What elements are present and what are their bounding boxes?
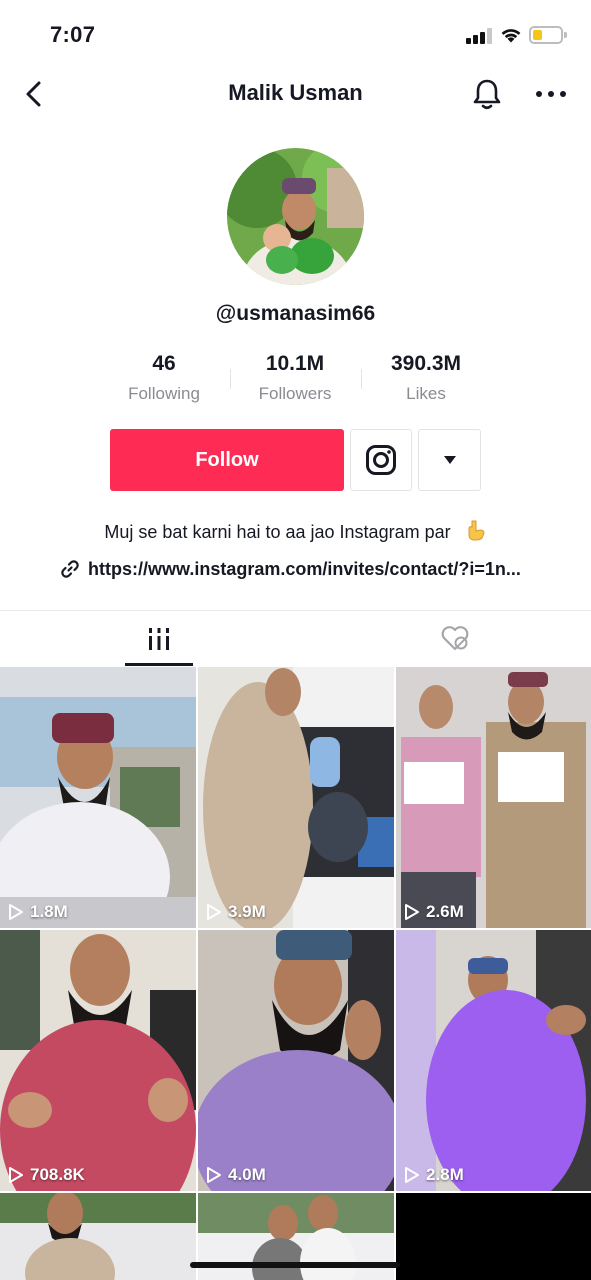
cellular-signal-icon bbox=[466, 28, 492, 44]
video-thumbnail[interactable]: 1.8M bbox=[0, 667, 196, 928]
status-bar: 7:07 bbox=[0, 0, 591, 66]
profile-header: Malik Usman bbox=[0, 66, 591, 122]
video-thumbnail[interactable]: 3.9M bbox=[198, 667, 394, 928]
battery-level bbox=[533, 30, 542, 40]
following-label: Following bbox=[128, 384, 200, 403]
view-count: 708.8K bbox=[8, 1165, 85, 1185]
caret-down-icon bbox=[443, 456, 456, 464]
link-icon bbox=[61, 560, 79, 578]
battery-icon bbox=[529, 26, 567, 44]
suggested-accounts-dropdown[interactable] bbox=[418, 429, 481, 491]
play-icon bbox=[405, 904, 419, 920]
play-icon bbox=[405, 1167, 419, 1183]
profile-username: @usmanasim66 bbox=[215, 302, 376, 325]
stat-following[interactable]: 46 Following bbox=[99, 352, 229, 404]
grid-icon bbox=[149, 628, 169, 650]
video-thumbnail[interactable] bbox=[396, 1193, 591, 1280]
following-count: 46 bbox=[152, 352, 176, 375]
bell-icon[interactable] bbox=[470, 76, 504, 112]
link-url: https://www.instagram.com/invites/contac… bbox=[88, 558, 521, 579]
play-icon bbox=[207, 1167, 221, 1183]
play-icon bbox=[207, 904, 221, 920]
video-thumbnail[interactable]: 708.8K bbox=[0, 930, 196, 1191]
likes-count: 390.3M bbox=[390, 352, 462, 375]
view-count: 1.8M bbox=[8, 902, 68, 922]
video-thumbnail[interactable] bbox=[0, 1193, 196, 1280]
view-count: 2.8M bbox=[404, 1165, 464, 1185]
followers-label: Followers bbox=[258, 384, 332, 403]
video-thumbnail[interactable]: 4.0M bbox=[198, 930, 394, 1191]
video-thumbnail[interactable]: 2.6M bbox=[396, 667, 591, 928]
home-indicator[interactable] bbox=[190, 1262, 400, 1268]
avatar[interactable] bbox=[227, 148, 364, 285]
instagram-icon bbox=[366, 445, 396, 475]
stat-likes[interactable]: 390.3M Likes bbox=[361, 352, 491, 404]
instagram-button[interactable] bbox=[350, 429, 412, 491]
status-time: 7:07 bbox=[50, 22, 96, 47]
wifi-icon bbox=[501, 29, 521, 43]
active-tab-indicator bbox=[125, 663, 193, 666]
video-thumbnail[interactable]: 2.8M bbox=[396, 930, 591, 1191]
followers-count: 10.1M bbox=[265, 352, 325, 375]
tab-liked[interactable] bbox=[318, 611, 591, 667]
pointing-down-emoji-icon bbox=[468, 520, 485, 541]
more-options-icon[interactable] bbox=[534, 84, 568, 104]
view-count: 2.6M bbox=[404, 902, 464, 922]
follow-button[interactable]: Follow bbox=[110, 429, 344, 491]
bio-text: Muj se bat karni hai to aa jao Instagram… bbox=[104, 522, 451, 542]
hidden-heart-icon bbox=[441, 626, 468, 651]
profile-link[interactable]: https://www.instagram.com/invites/contac… bbox=[60, 557, 521, 581]
play-icon bbox=[9, 904, 23, 920]
view-count: 4.0M bbox=[206, 1165, 266, 1185]
view-count: 3.9M bbox=[206, 902, 266, 922]
likes-label: Likes bbox=[406, 384, 446, 403]
tab-videos[interactable] bbox=[0, 611, 318, 667]
stat-followers[interactable]: 10.1M Followers bbox=[230, 352, 360, 404]
profile-bio: Muj se bat karni hai to aa jao Instagram… bbox=[0, 519, 591, 543]
play-icon bbox=[9, 1167, 23, 1183]
